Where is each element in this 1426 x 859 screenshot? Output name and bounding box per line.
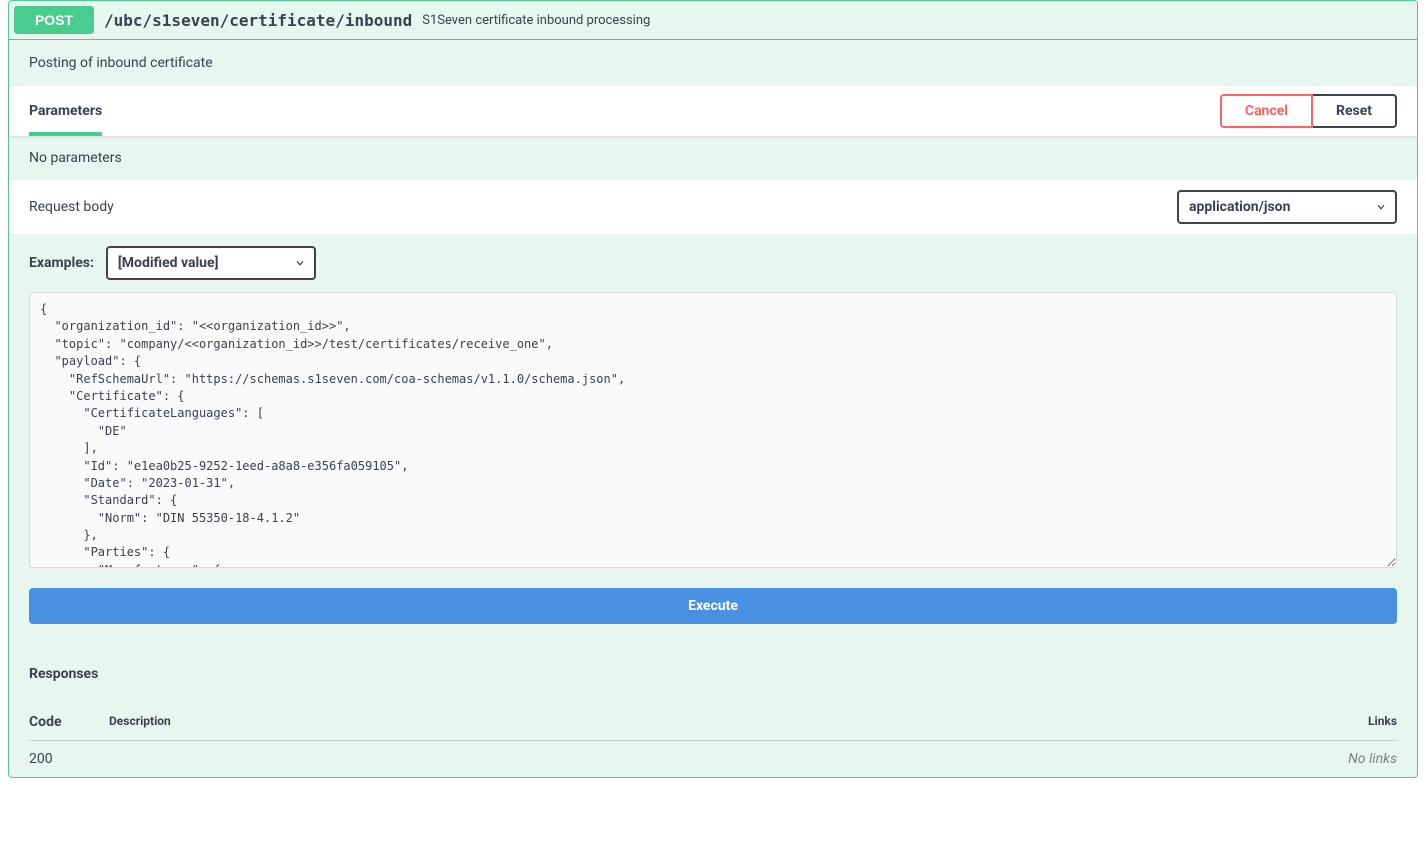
try-out-buttons: Cancel Reset [1220, 94, 1397, 128]
examples-row: Examples: [Modified value] [9, 234, 1417, 286]
execute-wrap: Execute [9, 568, 1417, 644]
responses-table: Code Description Links 200 No links [9, 704, 1417, 777]
responses-col-code: Code [29, 714, 109, 730]
operation-body: Posting of inbound certificate Parameter… [9, 40, 1417, 777]
parameters-tab[interactable]: Parameters [29, 95, 102, 127]
examples-select-wrap: [Modified value] [106, 246, 316, 280]
execute-button[interactable]: Execute [29, 588, 1397, 624]
endpoint-summary: S1Seven certificate inbound processing [422, 13, 650, 28]
responses-header: Responses [9, 644, 1417, 704]
parameters-header: Parameters Cancel Reset [9, 86, 1417, 136]
responses-title: Responses [29, 658, 98, 690]
reset-button[interactable]: Reset [1313, 94, 1397, 128]
endpoint-path: /ubc/s1seven/certificate/inbound [104, 11, 412, 30]
operation-description: Posting of inbound certificate [9, 40, 1417, 86]
responses-col-description: Description [109, 714, 1317, 730]
operation-summary-row[interactable]: POST /ubc/s1seven/certificate/inbound S1… [9, 1, 1417, 40]
examples-label: Examples: [29, 255, 94, 271]
response-description [109, 751, 1317, 767]
examples-select[interactable]: [Modified value] [106, 246, 316, 280]
http-method-badge: POST [14, 6, 94, 34]
request-body-label: Request body [29, 199, 114, 215]
responses-row: 200 No links [29, 741, 1397, 767]
cancel-button[interactable]: Cancel [1220, 94, 1313, 128]
request-body-textarea[interactable] [29, 292, 1397, 568]
content-type-select[interactable]: application/json [1177, 190, 1397, 224]
responses-col-links: Links [1317, 714, 1397, 730]
operation-block: POST /ubc/s1seven/certificate/inbound S1… [8, 0, 1418, 778]
response-links: No links [1317, 751, 1397, 767]
response-code: 200 [29, 751, 109, 767]
responses-table-head: Code Description Links [29, 704, 1397, 741]
request-body-header: Request body application/json [9, 180, 1417, 234]
content-type-select-wrap: application/json [1177, 190, 1397, 224]
no-parameters-text: No parameters [9, 136, 1417, 180]
